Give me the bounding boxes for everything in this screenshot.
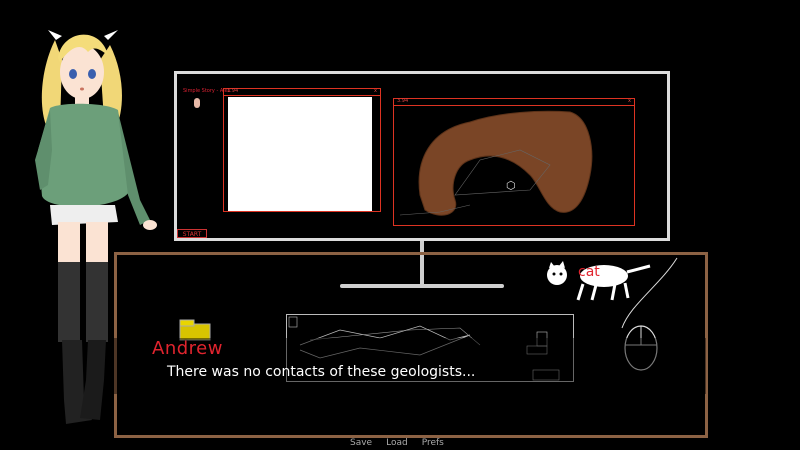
dialogue-text: There was no contacts of these geologist… (167, 364, 476, 380)
quick-menu: Save Load Prefs (350, 438, 444, 448)
save-button[interactable]: Save (350, 438, 372, 448)
load-button[interactable]: Load (386, 438, 408, 448)
game-scene: Simple Story - Alex START 1.94 x 3.94 x … (0, 0, 800, 450)
prefs-button[interactable]: Prefs (422, 438, 444, 448)
speaker-name: Andrew (152, 338, 223, 359)
